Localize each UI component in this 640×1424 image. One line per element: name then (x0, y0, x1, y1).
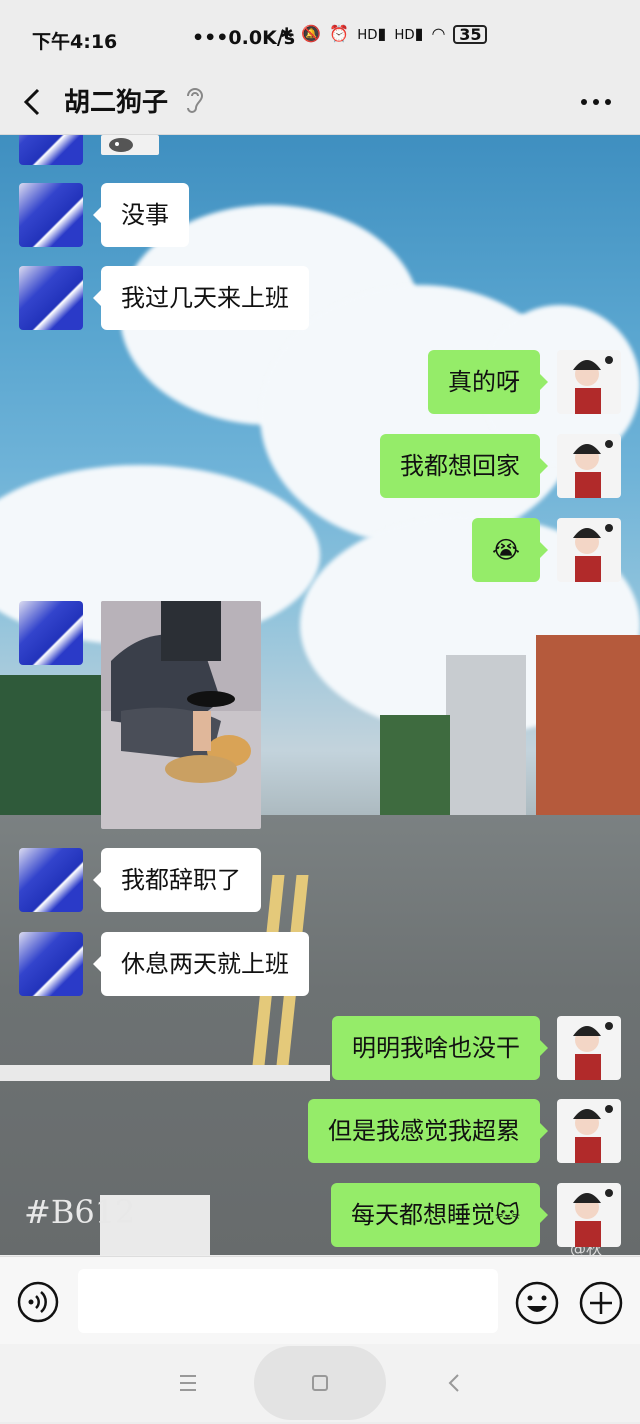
voice-input-button[interactable] (16, 1280, 60, 1324)
mute-icon: 🔕 (301, 24, 322, 43)
message-row: 我都想回家 (0, 434, 640, 498)
message-bubble[interactable]: 真的呀 (428, 350, 548, 414)
wifi-icon: ◠ (431, 24, 446, 43)
battery-icon: 35 (453, 25, 488, 44)
image-message[interactable] (101, 601, 261, 829)
emoji-button[interactable] (514, 1280, 560, 1326)
sticker-image[interactable] (101, 135, 159, 155)
system-nav-bar (0, 1344, 640, 1422)
message-bubble[interactable]: 我过几天来上班 (93, 266, 309, 330)
system-back-button[interactable] (438, 1366, 472, 1400)
message-row: 但是我感觉我超累 (0, 1099, 640, 1163)
chevron-left-icon (448, 1374, 459, 1392)
chat-title: 胡二狗子 (64, 88, 169, 118)
message-row: 休息两天就上班 (0, 932, 640, 996)
my-avatar[interactable] (557, 1183, 621, 1247)
message-bubble[interactable]: 明明我啥也没干 (332, 1016, 548, 1080)
message-row: 我过几天来上班 (0, 266, 640, 330)
message-row: 没事 (0, 183, 640, 247)
message-input[interactable] (78, 1269, 498, 1333)
photo-dog-image (101, 601, 261, 829)
menu-icon (180, 1375, 196, 1391)
alarm-icon: ⏰ (329, 24, 350, 43)
status-time: 下午4:16 (32, 31, 118, 53)
recent-apps-button[interactable] (168, 1366, 208, 1400)
message-bubble[interactable]: 休息两天就上班 (93, 932, 309, 996)
message-row (0, 135, 640, 165)
message-row: 我都辞职了 (0, 848, 640, 912)
more-dots-icon (581, 99, 611, 105)
emoji-bubble[interactable]: 😭 (471, 518, 549, 582)
bluetooth-icon: ✱ (280, 24, 294, 43)
input-bar (0, 1256, 640, 1345)
friend-avatar[interactable] (19, 135, 83, 165)
home-button[interactable] (254, 1346, 386, 1420)
signal-icon-2: HD▮ (394, 24, 424, 43)
message-row (0, 601, 640, 665)
back-button[interactable] (14, 80, 54, 124)
more-functions-button[interactable] (578, 1280, 624, 1326)
earpiece-mode-icon (187, 88, 204, 113)
my-avatar[interactable] (557, 1099, 621, 1163)
message-row: 真的呀 (0, 350, 640, 414)
more-options-button[interactable] (572, 80, 622, 124)
my-avatar[interactable] (557, 1016, 621, 1080)
message-bubble[interactable]: 我都辞职了 (93, 848, 261, 912)
home-square-icon (312, 1375, 328, 1391)
chevron-left-icon (23, 88, 40, 116)
friend-avatar[interactable] (19, 183, 83, 247)
voice-icon (17, 1281, 59, 1323)
my-avatar[interactable] (557, 434, 621, 498)
message-bubble[interactable]: 但是我感觉我超累 (308, 1099, 548, 1163)
chat-area[interactable]: #B612 @秋 没事 我过几天来上班 真的呀 我都想回家 😭 我都辞职了 休息… (0, 135, 640, 1255)
plus-icon (579, 1281, 623, 1325)
message-bubble[interactable]: 我都想回家 (380, 434, 548, 498)
my-avatar[interactable] (557, 518, 621, 582)
message-row: 每天都想睡觉🐱 (0, 1183, 640, 1247)
my-avatar[interactable] (557, 350, 621, 414)
friend-avatar[interactable] (19, 932, 83, 996)
signal-icon: HD▮ (357, 24, 387, 43)
message-bubble[interactable]: 没事 (93, 183, 189, 247)
message-bubble[interactable]: 每天都想睡觉🐱 (330, 1183, 549, 1247)
message-row: 明明我啥也没干 (0, 1016, 640, 1080)
status-bar: 下午4:16 •••0.0K/s ✱ 🔕 ⏰ HD▮ HD▮ ◠ 35 (0, 0, 640, 70)
friend-avatar[interactable] (19, 266, 83, 330)
friend-avatar[interactable] (19, 601, 83, 665)
status-icons: ✱ 🔕 ⏰ HD▮ HD▮ ◠ 35 (280, 24, 488, 44)
friend-avatar[interactable] (19, 848, 83, 912)
message-row: 😭 (0, 518, 640, 582)
chat-header: 胡二狗子 (0, 70, 640, 135)
smile-icon (515, 1281, 559, 1325)
